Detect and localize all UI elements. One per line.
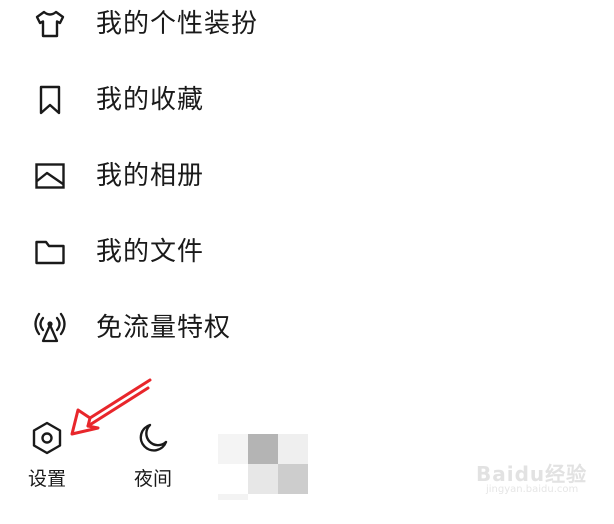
watermark-sub: jingyan.baidu.com (486, 484, 579, 495)
tshirt-icon (33, 7, 67, 41)
menu-item-label: 我的文件 (96, 237, 205, 267)
baidu-watermark: Baidu经验 jingyan.baidu.com (476, 450, 596, 500)
menu-item-label: 我的收藏 (96, 85, 205, 115)
signal-tower-icon (33, 311, 67, 345)
menu-item-files[interactable]: 我的文件 (0, 222, 614, 282)
image-icon (33, 159, 67, 193)
pixelated-redaction (218, 434, 308, 500)
watermark-text: Baidu经验 (476, 462, 588, 486)
annotation-arrow-icon (70, 378, 152, 436)
bookmark-icon (33, 83, 67, 117)
menu-item-free-data[interactable]: 免流量特权 (0, 298, 614, 358)
menu-item-label: 免流量特权 (96, 313, 232, 343)
menu-item-album[interactable]: 我的相册 (0, 146, 614, 206)
settings-label: 设置 (28, 468, 67, 490)
menu-item-label: 我的相册 (96, 161, 205, 191)
night-mode-label: 夜间 (134, 468, 173, 490)
menu-item-favorites[interactable]: 我的收藏 (0, 70, 614, 130)
folder-icon (33, 235, 67, 269)
menu-item-personal-theme[interactable]: 我的个性装扮 (0, 0, 614, 54)
menu-item-label: 我的个性装扮 (96, 9, 259, 39)
